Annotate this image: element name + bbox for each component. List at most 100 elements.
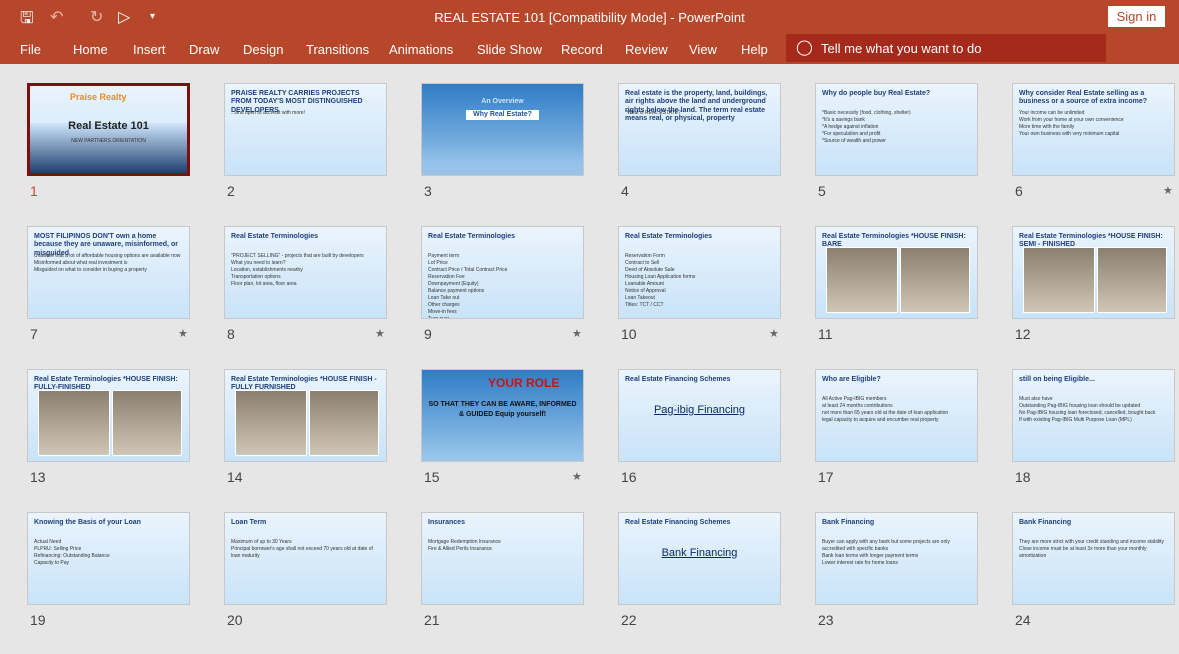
slide-thumbnail-5[interactable]: Why do people buy Real Estate? *Basic nec… bbox=[815, 83, 978, 176]
slide-thumbnail-10[interactable]: Real Estate Terminologies Reservation For… bbox=[618, 226, 781, 319]
slide-number: 22 bbox=[621, 612, 637, 628]
slide-title: Who are Eligible? bbox=[822, 376, 881, 383]
slide-number: 6 bbox=[1015, 183, 1023, 199]
slide-thumbnail-17[interactable]: Who are Eligible? All Active Pag-IBIG mem… bbox=[815, 369, 978, 462]
slide-number: 9 bbox=[424, 326, 432, 342]
tab-help[interactable]: Help bbox=[741, 42, 768, 57]
slide-body: Maximum of up to 30 Years Principal borr… bbox=[231, 539, 373, 559]
slide-body: Buyer can apply with any bank but some p… bbox=[822, 539, 950, 566]
slide-thumbnail-19[interactable]: Knowing the Basis of your Loan Actual Nee… bbox=[27, 512, 190, 605]
house-photo bbox=[1097, 247, 1167, 313]
slide-thumbnail-1[interactable]: Praise Realty Real Estate 101 NEW PARTNE… bbox=[27, 83, 190, 176]
slide-number: 3 bbox=[424, 183, 432, 199]
slide-heading: Pag-ibig Financing bbox=[653, 404, 746, 416]
slide-body: Payment term Lot Price Contract Price / … bbox=[428, 253, 508, 319]
slide-title: Loan Term bbox=[231, 519, 267, 526]
slide-thumbnail-2[interactable]: PRAISE REALTY CARRIES PROJECTS FROM TODA… bbox=[224, 83, 387, 176]
animation-star-icon: ★ bbox=[375, 328, 385, 340]
tab-file[interactable]: File bbox=[20, 42, 41, 57]
slide-title: Real Estate Terminologies bbox=[428, 233, 516, 240]
slide-number: 10 bbox=[621, 326, 637, 342]
slide-thumbnail-18[interactable]: still on being Eligible... Must also have… bbox=[1012, 369, 1175, 462]
tab-insert[interactable]: Insert bbox=[133, 42, 166, 57]
slide-thumbnail-13[interactable]: Real Estate Terminologies *HOUSE FINISH:… bbox=[27, 369, 190, 462]
slide-number: 19 bbox=[30, 612, 46, 628]
slide-number: 23 bbox=[818, 612, 834, 628]
animation-star-icon: ★ bbox=[769, 328, 779, 340]
slide-body: *What is REAL ESTATE? bbox=[625, 110, 681, 116]
slide-heading: Bank Financing bbox=[661, 547, 738, 559]
slide-number: 24 bbox=[1015, 612, 1031, 628]
slide-thumbnail-6[interactable]: Why consider Real Estate selling as a bu… bbox=[1012, 83, 1175, 176]
animation-star-icon: ★ bbox=[572, 328, 582, 340]
slide-thumbnail-7[interactable]: MOST FILIPINOS DON'T own a home because … bbox=[27, 226, 190, 319]
ribbon-tabs: ◯ Tell me what you want to do File Home In… bbox=[0, 34, 1179, 64]
slide-thumbnail-21[interactable]: Insurances Mortgage Redemption Insurance … bbox=[421, 512, 584, 605]
slide-number: 16 bbox=[621, 469, 637, 485]
slide-thumbnail-8[interactable]: Real Estate Terminologies "PROJECT SELLIN… bbox=[224, 226, 387, 319]
slide-number: 12 bbox=[1015, 326, 1031, 342]
slide-thumbnail-4[interactable]: Real estate is the property, land, build… bbox=[618, 83, 781, 176]
slide-number: 17 bbox=[818, 469, 834, 485]
slide-number: 1 bbox=[30, 183, 38, 199]
tell-me-search[interactable]: ◯ Tell me what you want to do bbox=[786, 34, 1106, 62]
tab-animations[interactable]: Animations bbox=[389, 42, 453, 57]
tab-design[interactable]: Design bbox=[243, 42, 283, 57]
tab-home[interactable]: Home bbox=[73, 42, 108, 57]
slide-thumbnail-3[interactable]: An Overview Why Real Estate? bbox=[421, 83, 584, 176]
slide-title: Why do people buy Real Estate? bbox=[822, 90, 931, 97]
slide-thumbnail-20[interactable]: Loan Term Maximum of up to 30 Years Princ… bbox=[224, 512, 387, 605]
slide-title: Real estate is the property, land, build… bbox=[625, 90, 768, 123]
slide-title: Bank Financing bbox=[1019, 519, 1072, 526]
house-photo bbox=[112, 390, 182, 456]
slide-thumbnail-16[interactable]: Real Estate Financing Schemes Pag-ibig Fi… bbox=[618, 369, 781, 462]
slide-thumbnail-14[interactable]: Real Estate Terminologies *HOUSE FINISH … bbox=[224, 369, 387, 462]
slide-title: Real Estate Terminologies bbox=[625, 233, 713, 240]
slide-thumbnail-12[interactable]: Real Estate Terminologies *HOUSE FINISH:… bbox=[1012, 226, 1175, 319]
slide-thumbnail-24[interactable]: Bank Financing They are more strict with … bbox=[1012, 512, 1175, 605]
tell-me-label: Tell me what you want to do bbox=[821, 41, 982, 56]
slide-number: 15 bbox=[424, 469, 440, 485]
tab-draw[interactable]: Draw bbox=[189, 42, 219, 57]
slide-subtitle: NEW PARTNERS ORIENTATION bbox=[71, 138, 146, 144]
slide-number: 8 bbox=[227, 326, 235, 342]
house-photo bbox=[235, 390, 307, 456]
slide-body: Must also have Outstanding Pag-IBIG hous… bbox=[1019, 396, 1156, 423]
slide-number: 18 bbox=[1015, 469, 1031, 485]
slide-title: Why consider Real Estate selling as a bu… bbox=[1019, 90, 1147, 106]
slide-title: An Overview bbox=[481, 98, 524, 105]
slide-thumbnail-22[interactable]: Real Estate Financing Schemes Bank Financ… bbox=[618, 512, 781, 605]
tab-review[interactable]: Review bbox=[625, 42, 668, 57]
slide-subtitle: Why Real Estate? bbox=[466, 110, 539, 121]
lightbulb-icon: ◯ bbox=[796, 39, 813, 56]
city-skyline bbox=[422, 147, 583, 175]
window-title: REAL ESTATE 101 [Compatibility Mode] - P… bbox=[434, 10, 745, 25]
slide-number: 13 bbox=[30, 469, 46, 485]
slide-body: SO THAT THEY CAN BE AWARE, INFORMED & GU… bbox=[428, 401, 577, 418]
slide-number: 2 bbox=[227, 183, 235, 199]
tab-record[interactable]: Record bbox=[561, 42, 603, 57]
slide-title: Real Estate Financing Schemes bbox=[625, 519, 731, 526]
slide-title: still on being Eligible... bbox=[1019, 376, 1095, 383]
house-photo bbox=[309, 390, 379, 456]
slide-title: YOUR ROLE bbox=[488, 376, 560, 390]
slide-body: Mortgage Redemption Insurance Fire & All… bbox=[428, 539, 501, 552]
slide-title: Insurances bbox=[428, 519, 465, 526]
slide-title: Knowing the Basis of your Loan bbox=[34, 519, 141, 526]
slide-body: Your income can be unlimited Work from y… bbox=[1019, 110, 1124, 137]
slide-thumbnail-11[interactable]: Real Estate Terminologies *HOUSE FINISH:… bbox=[815, 226, 978, 319]
sign-in-button[interactable]: Sign in bbox=[1108, 6, 1165, 27]
slide-number: 21 bbox=[424, 612, 440, 628]
tab-slide-show[interactable]: Slide Show bbox=[477, 42, 542, 57]
slide-thumbnail-9[interactable]: Real Estate Terminologies Payment term Lo… bbox=[421, 226, 584, 319]
slide-body: All Active Pag-IBIG members at least 24 … bbox=[822, 396, 949, 423]
slide-thumbnail-23[interactable]: Bank Financing Buyer can apply with any b… bbox=[815, 512, 978, 605]
slide-title: Bank Financing bbox=[822, 519, 875, 526]
slide-thumbnail-15[interactable]: YOUR ROLE SO THAT THEY CAN BE AWARE, INF… bbox=[421, 369, 584, 462]
slide-title: Real Estate 101 bbox=[68, 120, 149, 132]
tab-view[interactable]: View bbox=[689, 42, 717, 57]
slide-number: 14 bbox=[227, 469, 243, 485]
animation-star-icon: ★ bbox=[178, 328, 188, 340]
tab-transitions[interactable]: Transitions bbox=[306, 42, 369, 57]
house-photo bbox=[900, 247, 970, 313]
